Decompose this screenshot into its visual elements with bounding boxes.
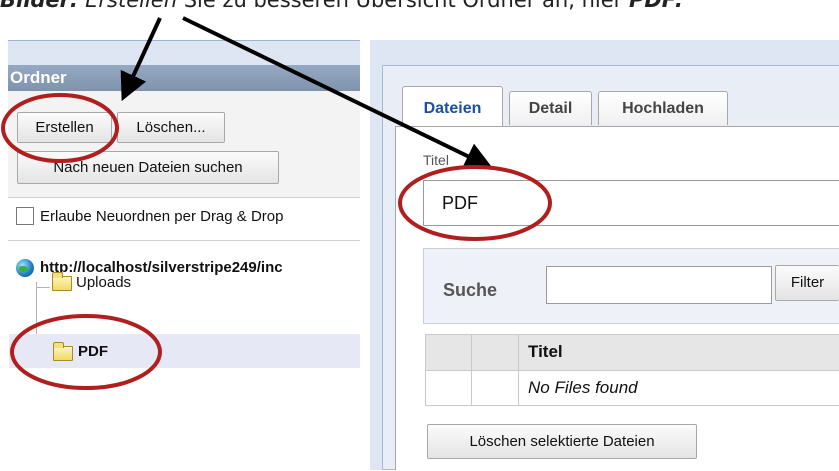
folder-icon [53,342,73,361]
search-new-files-button[interactable]: Nach neuen Dateien suchen [17,151,279,184]
create-folder-button[interactable]: Erstellen [17,112,112,143]
tree-line-horizontal [36,287,50,288]
folder-panel: Ordner [8,40,360,471]
title-label: Titel [423,152,449,168]
search-label: Suche [443,280,498,300]
filter-button[interactable]: Filter [775,265,839,301]
folder-panel-header: Ordner [8,65,360,91]
column-divider [518,335,519,405]
caption-tail: PDF: [628,0,684,12]
delete-selected-button[interactable]: Löschen selektierte Dateien [427,424,697,459]
tab-detail[interactable]: Detail [509,91,592,125]
column-header-titel[interactable]: Titel [528,342,563,362]
globe-icon [16,259,34,277]
caption-lead: Bilder: [0,0,79,12]
tab-hochladen[interactable]: Hochladen [598,91,728,125]
tree-item-label: PDF [78,343,108,360]
dragdrop-checkbox[interactable] [16,207,34,225]
search-input[interactable] [546,266,772,304]
divider [8,240,360,241]
caption-emph: Erstellen [85,0,178,12]
column-divider [471,335,472,405]
tree-item-label: Uploads [76,274,132,291]
panel-top-strip [8,41,360,65]
folder-icon [52,272,72,291]
caption: Bilder: Erstellen Sie zu besseren Übersi… [0,0,683,16]
empty-message: No Files found [528,378,638,397]
table-header [426,335,839,371]
title-input[interactable]: PDF [423,180,839,226]
delete-folder-button[interactable]: Löschen... [117,112,225,143]
tree-item-pdf[interactable]: PDF [9,334,360,368]
tab-dateien[interactable]: Dateien [402,86,503,127]
dragdrop-label: Erlaube Neuordnen per Drag & Drop [40,208,284,225]
caption-text: Sie zu besseren Übersicht Ordner an, hie… [177,0,629,12]
